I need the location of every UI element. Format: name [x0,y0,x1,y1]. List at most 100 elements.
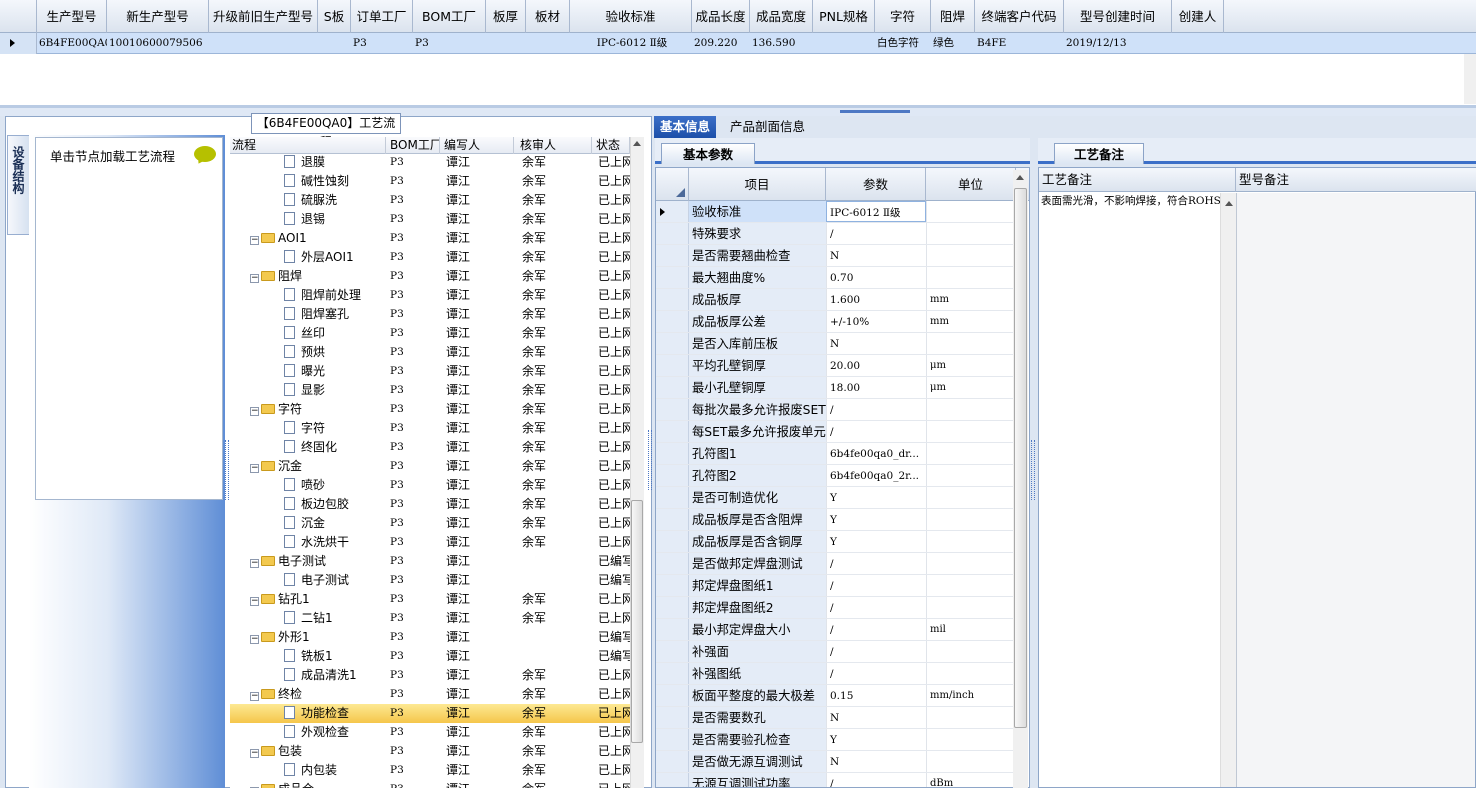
col-header-14[interactable]: 终端客户代码 [975,0,1064,33]
param-row[interactable]: 是否需要验孔检查 Y [656,729,1016,751]
tree-node[interactable]: 预烘 [230,343,386,362]
tree-node[interactable]: 水洗烘干 [230,533,386,552]
right-splitter-grip[interactable] [1031,440,1035,500]
tree-row[interactable]: − 电子测试 P3 谭江 已编写 [230,552,630,571]
horizontal-splitter[interactable] [0,108,1476,116]
tab-process-notes[interactable]: 工艺备注 [1054,143,1144,164]
tree-node[interactable]: 功能检查 [230,704,386,723]
tree-row[interactable]: 阻焊塞孔 P3 谭江 余军 已上网 [230,305,630,324]
param-value[interactable]: N [826,245,926,266]
tree-node[interactable]: − 阻焊 [230,267,386,286]
cell-12[interactable]: 白色字符 [875,33,931,54]
param-value[interactable]: Y [826,487,926,508]
tree-node[interactable]: 终固化 [230,438,386,457]
param-value[interactable]: 0.15 [826,685,926,706]
col-header-8[interactable]: 验收标准 [570,0,692,33]
tree-node[interactable]: −成品仓 [230,780,386,788]
tree-row[interactable]: −成品仓 P3 谭江余军已上网 [230,780,630,788]
col-header-0[interactable]: 生产型号 [37,0,107,33]
tree-node[interactable]: 阻焊塞孔 [230,305,386,324]
param-value[interactable]: / [826,575,926,596]
param-row[interactable]: 是否可制造优化 Y [656,487,1016,509]
scroll-up-icon[interactable] [633,141,641,146]
col-header-value[interactable]: 参数 [826,168,926,201]
param-value[interactable]: / [826,553,926,574]
cell-14[interactable]: B4FE [975,33,1064,54]
load-process-box[interactable]: 单击节点加载工艺流程 [35,137,223,500]
tree-node[interactable]: 字符 [230,419,386,438]
param-row[interactable]: 平均孔壁铜厚 20.00 μm [656,355,1016,377]
param-value[interactable]: IPC-6012 Ⅱ级 [826,201,926,222]
param-row[interactable]: 每批次最多允许报废SET / [656,399,1016,421]
tab-basic-info[interactable]: 基本信息 [654,116,717,138]
param-row[interactable]: 邦定焊盘图纸2/ [656,597,1016,619]
param-row[interactable]: 是否入库前压板 N [656,333,1016,355]
tree-col-header-2[interactable]: 编写人 [442,137,514,154]
param-value[interactable]: 18.00 [826,377,926,398]
param-value[interactable]: / [826,641,926,662]
tree-row[interactable]: 电子测试 P3 谭江 已编写 [230,571,630,590]
collapse-icon[interactable]: − [250,464,259,473]
param-value[interactable]: / [826,773,926,787]
tree-node[interactable]: 外层AOI1 [230,248,386,267]
param-row[interactable]: 每SET最多允许报废单元 / [656,421,1016,443]
cell-4[interactable]: P3 [351,33,413,54]
param-value[interactable]: +/-10% [826,311,926,332]
col-header-7[interactable]: 板材 [526,0,570,33]
tree-row[interactable]: 字符 P3 谭江 余军 已上网 [230,419,630,438]
col-header-4[interactable]: 订单工厂 [351,0,413,33]
col-header-9[interactable]: 成品长度 [692,0,750,33]
tree-node[interactable]: 硫脲洗 [230,191,386,210]
col-header-unit[interactable]: 单位 [926,168,1016,201]
col-header-13[interactable]: 阻焊 [931,0,975,33]
param-value[interactable]: Y [826,531,926,552]
param-value[interactable]: / [826,619,926,640]
tree-row[interactable]: 功能检查 P3 谭江 余军 已上网 [230,704,630,723]
param-row[interactable]: 成品板厚 1.600 mm [656,289,1016,311]
param-row[interactable]: 孔符图1 6b4fe00qa0_dr... [656,443,1016,465]
tree-node[interactable]: − 终检 [230,685,386,704]
tree-row[interactable]: 阻焊前处理 P3 谭江 余军 已上网 [230,286,630,305]
param-row[interactable]: 最小邦定焊盘大小 / mil [656,619,1016,641]
tree-node[interactable]: 显影 [230,381,386,400]
tree-node[interactable]: − 沉金 [230,457,386,476]
tree-col-header-1[interactable]: BOM工厂 [388,137,440,154]
col-header-process-note[interactable]: 工艺备注 [1039,168,1236,192]
param-row[interactable]: 是否做邦定焊盘测试 / [656,553,1016,575]
tree-row[interactable]: 水洗烘干 P3 谭江 余军 已上网 [230,533,630,552]
param-value[interactable]: / [826,421,926,442]
tree-node[interactable]: 喷砂 [230,476,386,495]
tree-row[interactable]: − 钻孔1 P3 谭江 余军 已上网 [230,590,630,609]
tree-node[interactable]: 阻焊前处理 [230,286,386,305]
tree-row[interactable]: 碱性蚀刻 P3 谭江 余军 已上网 [230,172,630,191]
tree-node[interactable]: 曝光 [230,362,386,381]
tree-col-header-4[interactable]: 状态 [594,137,630,154]
scroll-up-icon[interactable] [1225,201,1233,206]
tree-row[interactable]: − 沉金 P3 谭江 余军 已上网 [230,457,630,476]
tree-row[interactable]: 外观检查 P3 谭江 余军 已上网 [230,723,630,742]
collapse-icon[interactable]: − [250,749,259,758]
tree-row[interactable]: 铣板1 P3 谭江 已编写 [230,647,630,666]
tree-node[interactable]: − 钻孔1 [230,590,386,609]
params-scroll-thumb[interactable] [1014,188,1027,728]
cell-15[interactable]: 2019/12/13 [1064,33,1172,54]
tree-node[interactable]: 丝印 [230,324,386,343]
tree-row[interactable]: 丝印 P3 谭江 余军 已上网 [230,324,630,343]
cell-2[interactable] [209,33,318,54]
tree-node[interactable]: 铣板1 [230,647,386,666]
tree-row[interactable]: − 外形1 P3 谭江 已编写 [230,628,630,647]
tree-row[interactable]: 终固化 P3 谭江 余军 已上网 [230,438,630,457]
tree-row[interactable]: 喷砂 P3 谭江 余军 已上网 [230,476,630,495]
collapse-icon[interactable]: − [250,236,259,245]
param-row[interactable]: 无源互调测试功率 / dBm [656,773,1016,787]
col-header-model-note[interactable]: 型号备注 [1236,168,1476,192]
param-row[interactable]: 是否需要数孔 N [656,707,1016,729]
param-value[interactable]: / [826,399,926,420]
splitter-grip[interactable] [840,110,910,113]
tree-row[interactable]: 硫脲洗 P3 谭江 余军 已上网 [230,191,630,210]
process-tree-scroll-thumb[interactable] [631,500,643,743]
tree-row[interactable]: 成品清洗1 P3 谭江 余军 已上网 [230,666,630,685]
tree-node[interactable]: 退膜 [230,153,386,172]
col-header-1[interactable]: 新生产型号 [107,0,209,33]
tree-row[interactable]: 二钻1 P3 谭江 余军 已上网 [230,609,630,628]
